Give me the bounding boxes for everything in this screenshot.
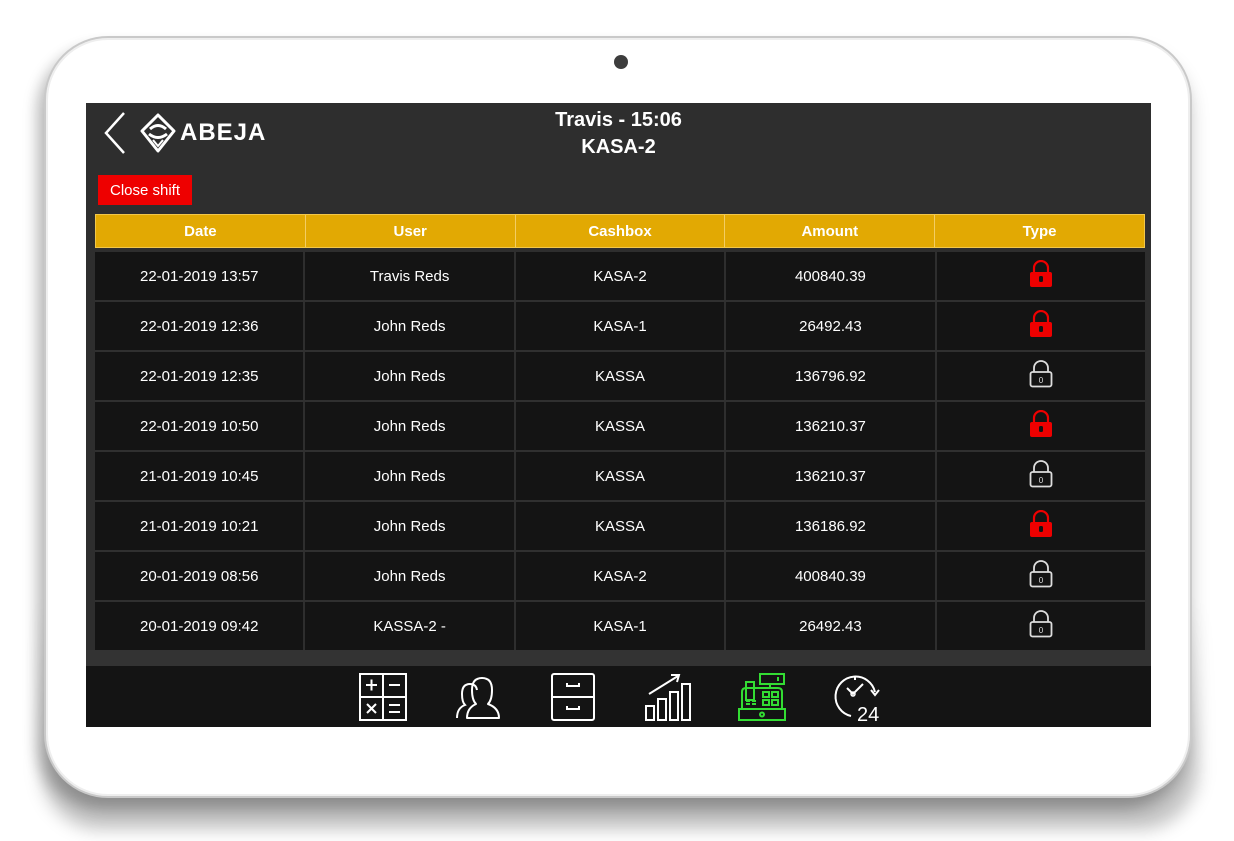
cell-date: 22-01-2019 10:50 [95, 402, 306, 450]
cell-amount: 26492.43 [726, 302, 937, 350]
cell-cashbox: KASA-2 [516, 552, 727, 600]
column-header-cashbox[interactable]: Cashbox [516, 215, 726, 247]
nav-cabinet[interactable] [548, 672, 598, 722]
lock-closed-red-icon[interactable] [1029, 409, 1053, 442]
app-screen: ABEJA Travis - 15:06 KASA-2 Close shift … [86, 103, 1151, 727]
nav-reports[interactable] [643, 672, 693, 722]
table-header: Date User Cashbox Amount Type [95, 214, 1145, 248]
lock-outline-icon[interactable]: 0 [1029, 360, 1053, 392]
column-header-amount[interactable]: Amount [725, 215, 936, 247]
table-body: 22-01-2019 13:57 Travis Reds KASA-2 400840.… [95, 248, 1145, 652]
svg-text:0: 0 [1039, 626, 1044, 635]
svg-text:0: 0 [1039, 476, 1044, 485]
cell-type [937, 502, 1145, 550]
cell-user: John Reds [305, 402, 516, 450]
cell-user: John Reds [305, 552, 516, 600]
camera-dot [614, 55, 628, 69]
svg-text:0: 0 [1039, 576, 1044, 585]
lock-outline-icon[interactable]: 0 [1029, 610, 1053, 642]
cell-date: 21-01-2019 10:45 [95, 452, 306, 500]
clock-24-icon: 24 [834, 675, 880, 722]
table-footer-strip [86, 650, 1151, 666]
cell-date: 22-01-2019 12:36 [95, 302, 306, 350]
cell-type [937, 302, 1145, 350]
svg-text:24: 24 [857, 704, 879, 722]
column-header-user[interactable]: User [306, 215, 516, 247]
cell-date: 22-01-2019 13:57 [95, 252, 306, 300]
table-row[interactable]: 20-01-2019 08:56 John Reds KASA-2 400840.39… [95, 550, 1145, 600]
table-row[interactable]: 22-01-2019 12:36 John Reds KASA-1 26492.43 [95, 300, 1145, 350]
lock-closed-red-icon[interactable] [1029, 259, 1053, 292]
shifts-table: Date User Cashbox Amount Type 22-01-2019… [95, 214, 1145, 652]
cell-amount: 136186.92 [726, 502, 937, 550]
bottom-nav: 24 [86, 666, 1151, 727]
lock-outline-icon[interactable]: 0 [1029, 560, 1053, 592]
cell-date: 21-01-2019 10:21 [95, 502, 306, 550]
cell-user: John Reds [305, 302, 516, 350]
cell-amount: 136210.37 [726, 402, 937, 450]
cell-type: 0 [937, 602, 1145, 650]
nav-calculator[interactable] [358, 672, 408, 722]
cell-type [937, 252, 1145, 300]
table-row[interactable]: 21-01-2019 10:21 John Reds KASSA 136186.92 [95, 500, 1145, 550]
shift-cashbox: KASA-2 [581, 136, 656, 158]
cell-cashbox: KASA-2 [516, 252, 727, 300]
cell-user: KASSA-2 - [305, 602, 516, 650]
cell-user: John Reds [305, 452, 516, 500]
shift-title: Travis - 15:06 KASA-2 [86, 107, 1151, 161]
cell-amount: 136210.37 [726, 452, 937, 500]
table-row[interactable]: 21-01-2019 10:45 John Reds KASSA 136210.37 0 [95, 450, 1145, 500]
table-row[interactable]: 22-01-2019 12:35 John Reds KASSA 136796.92 0 [95, 350, 1145, 400]
cell-cashbox: KASSA [516, 452, 727, 500]
cell-amount: 136796.92 [726, 352, 937, 400]
lock-closed-red-icon[interactable] [1029, 309, 1053, 342]
cell-amount: 400840.39 [726, 252, 937, 300]
cell-cashbox: KASA-1 [516, 302, 727, 350]
close-shift-button[interactable]: Close shift [98, 175, 192, 205]
table-row[interactable]: 20-01-2019 09:42 KASSA-2 - KASA-1 26492.43 0 [95, 600, 1145, 650]
chart-growth-icon [645, 673, 691, 721]
cell-cashbox: KASSA [516, 502, 727, 550]
users-icon [456, 676, 500, 719]
cell-type [937, 402, 1145, 450]
cell-date: 22-01-2019 12:35 [95, 352, 306, 400]
table-row[interactable]: 22-01-2019 13:57 Travis Reds KASA-2 400840.… [95, 248, 1145, 300]
cell-date: 20-01-2019 08:56 [95, 552, 306, 600]
lock-closed-red-icon[interactable] [1029, 509, 1053, 542]
cell-amount: 400840.39 [726, 552, 937, 600]
shift-user-time: Travis - 15:06 [555, 109, 682, 131]
cell-type: 0 [937, 552, 1145, 600]
cabinet-icon [551, 672, 595, 721]
cell-cashbox: KASSA [516, 352, 727, 400]
cell-user: Travis Reds [305, 252, 516, 300]
cell-user: John Reds [305, 502, 516, 550]
svg-text:0: 0 [1039, 376, 1044, 385]
cash-register-icon [738, 672, 786, 721]
cell-user: John Reds [305, 352, 516, 400]
nav-users[interactable] [453, 672, 503, 722]
lock-outline-icon[interactable]: 0 [1029, 460, 1053, 492]
cell-type: 0 [937, 452, 1145, 500]
column-header-type[interactable]: Type [935, 215, 1144, 247]
table-row[interactable]: 22-01-2019 10:50 John Reds KASSA 136210.37 [95, 400, 1145, 450]
cell-cashbox: KASA-1 [516, 602, 727, 650]
cell-amount: 26492.43 [726, 602, 937, 650]
cell-cashbox: KASSA [516, 402, 727, 450]
cell-date: 20-01-2019 09:42 [95, 602, 306, 650]
nav-24h[interactable]: 24 [833, 672, 883, 722]
nav-cash-register[interactable] [738, 672, 788, 722]
cell-type: 0 [937, 352, 1145, 400]
calculator-icon [359, 672, 407, 721]
app-header: ABEJA Travis - 15:06 KASA-2 Close shift [86, 103, 1151, 213]
column-header-date[interactable]: Date [96, 215, 306, 247]
